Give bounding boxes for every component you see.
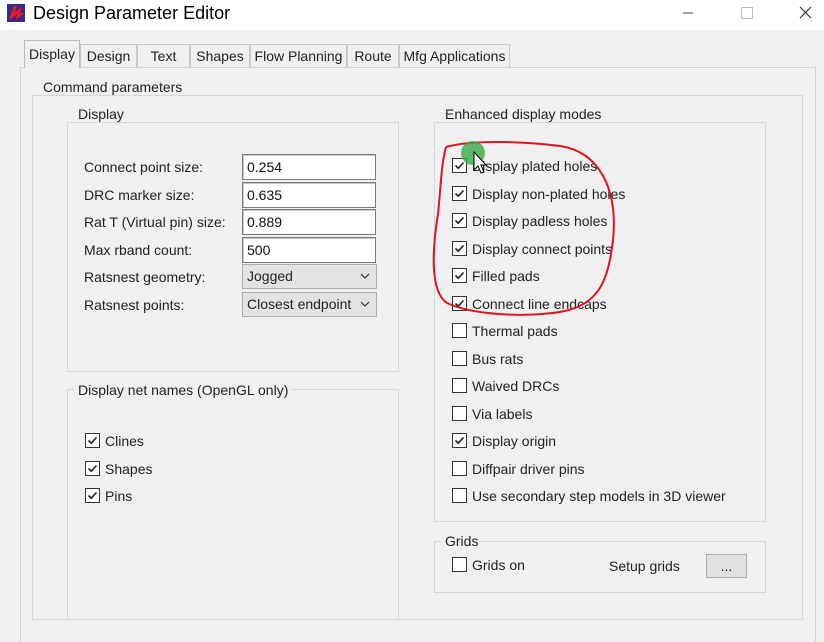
display-mode-checkbox[interactable] [452, 295, 467, 311]
tab-mfg-applications[interactable]: Mfg Applications [399, 44, 510, 67]
display-mode-checkbox[interactable] [452, 185, 467, 201]
display-mode-checkbox[interactable] [452, 405, 467, 421]
display-mode-label: Waived DRCs [472, 378, 560, 394]
tab-display[interactable]: Display [24, 40, 80, 68]
tab-flow-planning[interactable]: Flow Planning [250, 44, 347, 67]
display-mode-label: Bus rats [472, 350, 524, 367]
net-name-label: Shapes [105, 460, 153, 477]
grids-on-checkbox[interactable] [452, 557, 467, 572]
display-mode-checkbox[interactable] [452, 158, 467, 173]
close-icon [799, 6, 812, 22]
ratsnest-geometry-value: Jogged [247, 268, 293, 284]
close-button[interactable] [782, 0, 824, 28]
display-mode-label: Connect line endcaps [472, 295, 607, 312]
net-name-checkbox[interactable] [85, 433, 100, 448]
display-group-label: Display [75, 106, 127, 122]
max-rband-count-field[interactable]: 500 [242, 237, 376, 263]
enhanced-display-group-label: Enhanced display modes [442, 106, 605, 122]
grids-group-label: Grids [442, 533, 482, 549]
ratsnest-geometry-select[interactable]: Jogged [242, 264, 377, 289]
net-name-label: Clines [105, 433, 144, 449]
grids-on-label: Grids on [472, 557, 525, 573]
display-mode-checkbox[interactable] [452, 268, 467, 283]
connect-point-size-field[interactable]: 0.254 [242, 154, 376, 180]
display-mode-checkbox[interactable] [452, 240, 467, 256]
tab-design[interactable]: Design [80, 44, 137, 67]
display-mode-checkbox[interactable] [452, 213, 467, 228]
command-parameters-label: Command parameters [40, 79, 186, 95]
maximize-icon [741, 6, 753, 22]
drc-marker-size-label: DRC marker size: [84, 187, 195, 203]
max-rband-count-label: Max rband count: [84, 242, 193, 258]
app-logo-icon [6, 3, 26, 23]
connect-point-size-label: Connect point size: [84, 159, 204, 175]
display-mode-checkbox[interactable] [452, 350, 467, 366]
rat-t-size-field[interactable]: 0.889 [242, 209, 376, 235]
tab-text[interactable]: Text [137, 44, 190, 67]
net-name-checkbox[interactable] [85, 460, 100, 476]
display-mode-label: Filled pads [472, 268, 540, 284]
display-mode-checkbox[interactable] [452, 488, 467, 503]
setup-grids-label: Setup grids [609, 558, 680, 574]
display-mode-label: Thermal pads [472, 323, 558, 339]
chevron-down-icon [358, 293, 372, 316]
ratsnest-points-label: Ratsnest points: [84, 297, 185, 313]
maximize-button[interactable] [724, 0, 770, 28]
display-mode-checkbox[interactable] [452, 460, 467, 476]
ratsnest-points-value: Closest endpoint [247, 296, 352, 312]
minimize-button[interactable] [665, 0, 711, 28]
display-mode-label: Display plated holes [472, 158, 598, 174]
rat-t-size-label: Rat T (Virtual pin) size: [84, 214, 226, 230]
tab-route[interactable]: Route [347, 44, 399, 67]
tab-shapes[interactable]: Shapes [190, 44, 250, 67]
net-name-label: Pins [105, 488, 133, 504]
setup-grids-button[interactable]: ... [706, 554, 747, 578]
display-mode-label: Via labels [472, 405, 533, 422]
drc-marker-size-field[interactable]: 0.635 [242, 182, 376, 208]
display-mode-checkbox[interactable] [452, 433, 467, 448]
display-mode-label: Display padless holes [472, 213, 608, 229]
display-mode-label: Display origin [472, 433, 557, 449]
display-mode-label: Diffpair driver pins [472, 460, 585, 477]
minimize-icon [682, 6, 694, 22]
display-mode-label: Display non-plated holes [472, 185, 626, 202]
ratsnest-points-select[interactable]: Closest endpoint [242, 292, 377, 317]
display-mode-label: Display connect points [472, 240, 613, 257]
display-mode-checkbox[interactable] [452, 378, 467, 393]
window-title: Design Parameter Editor [33, 3, 231, 23]
display-mode-label: Use secondary step models in 3D viewer [472, 488, 726, 504]
chevron-down-icon [358, 265, 372, 288]
net-name-checkbox[interactable] [85, 488, 100, 503]
net-names-group-label: Display net names (OpenGL only) [75, 382, 292, 398]
ratsnest-geometry-label: Ratsnest geometry: [84, 269, 206, 285]
display-mode-checkbox[interactable] [452, 323, 467, 338]
